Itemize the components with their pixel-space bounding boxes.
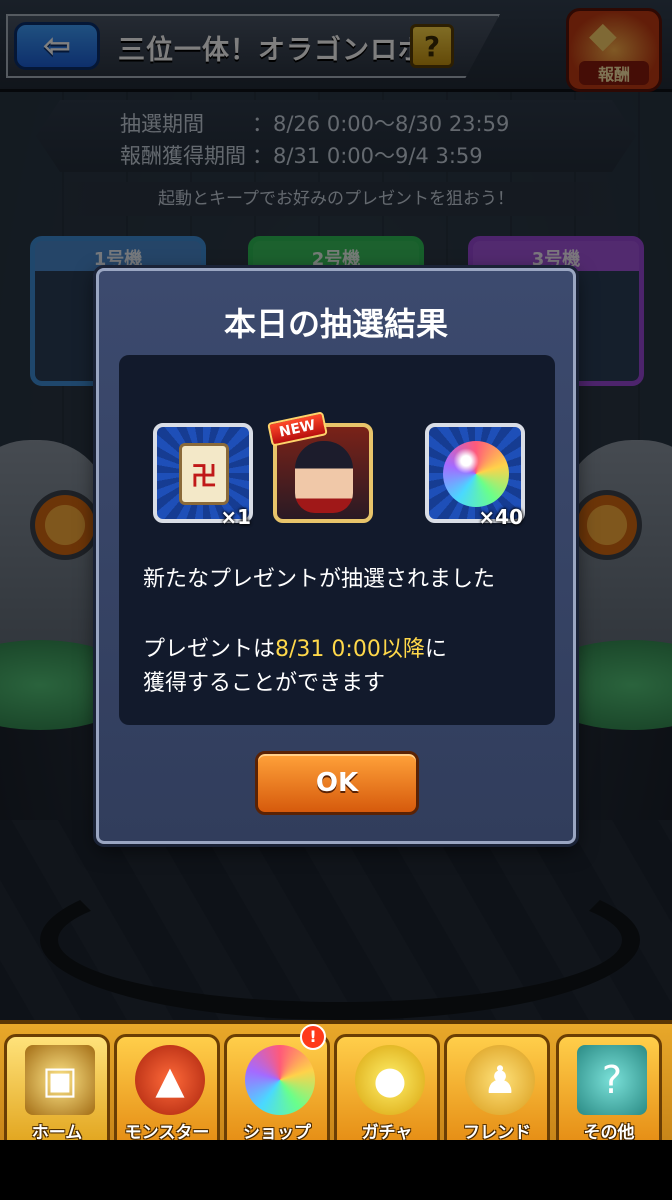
nav-gacha[interactable]: ● ガチャ xyxy=(334,1034,440,1152)
item-quantity: ×40 xyxy=(478,505,523,529)
dialog-content: 卍 ×1 NEW ×40 新たなプレゼントが抽選されました プレゼントは8/31… xyxy=(119,355,555,725)
draw-result-dialog: 本日の抽選結果 卍 ×1 NEW ×40 新たなプレゼントが抽選されました プレ… xyxy=(96,268,576,844)
nav-monster[interactable]: ▲ モンスター xyxy=(114,1034,220,1152)
availability-line2: 獲得することができます xyxy=(143,671,386,696)
prize-item-character[interactable]: NEW xyxy=(267,411,373,523)
prize-item-scroll[interactable]: 卍 ×1 xyxy=(153,423,253,529)
screen-bottom-bar xyxy=(0,1140,672,1200)
character-icon xyxy=(295,441,353,513)
nav-shop[interactable]: ショップ xyxy=(224,1034,330,1152)
nav-friend[interactable]: ♟ フレンド xyxy=(444,1034,550,1152)
shop-alert-badge: ! xyxy=(300,1024,326,1050)
scroll-icon: 卍 xyxy=(179,443,229,505)
orb-icon xyxy=(443,441,509,507)
gacha-icon: ● xyxy=(355,1045,425,1115)
nav-home[interactable]: ▣ ホーム xyxy=(4,1034,110,1152)
other-icon: ? xyxy=(577,1045,647,1115)
friend-icon: ♟ xyxy=(465,1045,535,1115)
dialog-title: 本日の抽選結果 xyxy=(223,305,448,343)
ok-button[interactable]: OK xyxy=(255,751,419,815)
home-icon: ▣ xyxy=(25,1045,95,1115)
availability-suffix: に xyxy=(424,637,447,662)
shop-icon xyxy=(245,1045,315,1115)
result-message: 新たなプレゼントが抽選されました xyxy=(143,567,496,592)
availability-message: プレゼントは8/31 0:00以降に 獲得することができます xyxy=(143,633,447,701)
availability-prefix: プレゼントは xyxy=(143,637,276,662)
availability-date: 8/31 0:00以降 xyxy=(275,637,425,662)
monster-icon: ▲ xyxy=(135,1045,205,1115)
item-quantity: ×1 xyxy=(220,505,251,529)
nav-other[interactable]: ? その他 xyxy=(556,1034,662,1152)
prize-item-orb[interactable]: ×40 xyxy=(425,423,525,529)
